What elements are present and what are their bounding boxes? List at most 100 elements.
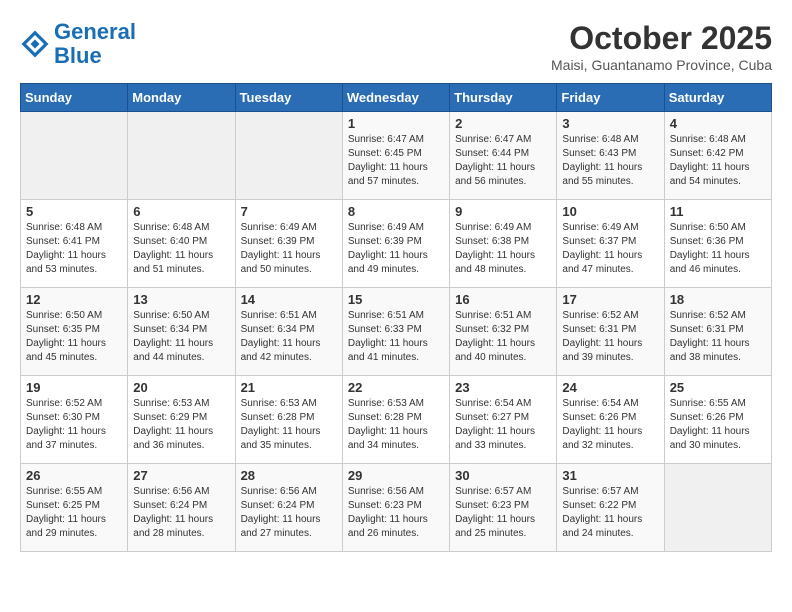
logo-line1: General xyxy=(54,19,136,44)
day-info: Sunrise: 6:50 AM Sunset: 6:35 PM Dayligh… xyxy=(26,309,122,365)
logo-line2: Blue xyxy=(54,43,102,68)
day-number: 31 xyxy=(562,468,658,483)
day-info: Sunrise: 6:48 AM Sunset: 6:41 PM Dayligh… xyxy=(26,221,122,277)
calendar-cell: 29Sunrise: 6:56 AM Sunset: 6:23 PM Dayli… xyxy=(342,464,449,552)
day-number: 25 xyxy=(670,380,766,395)
calendar-cell: 5 Sunrise: 6:48 AM Sunset: 6:41 PM Daylig… xyxy=(21,200,128,288)
day-number: 26 xyxy=(26,468,122,483)
day-number: 27 xyxy=(133,468,229,483)
calendar-week-row: 1 Sunrise: 6:47 AM Sunset: 6:45 PM Daylig… xyxy=(21,112,772,200)
calendar-cell: 31 Sunrise: 6:57 AM Sunset: 6:22 PM Dayli… xyxy=(557,464,664,552)
day-number: 1 xyxy=(348,116,444,131)
calendar-cell: 26 Sunrise: 6:55 AM Sunset: 6:25 PM Dayli… xyxy=(21,464,128,552)
page-header: General Blue October 2025 Maisi, Guantan… xyxy=(20,20,772,73)
day-info: Sunrise: 6:55 AM Sunset: 6:26 PM Dayligh… xyxy=(670,397,766,453)
day-number: 16 xyxy=(455,292,551,307)
day-info: Sunrise: 6:47 AM Sunset: 6:45 PM Dayligh… xyxy=(348,133,444,189)
day-info: Sunrise: 6:48 AM Sunset: 6:43 PM Dayligh… xyxy=(562,133,658,189)
calendar-cell: 17 Sunrise: 6:52 AM Sunset: 6:31 PM Dayli… xyxy=(557,288,664,376)
day-number: 20 xyxy=(133,380,229,395)
header-saturday: Saturday xyxy=(664,84,771,112)
day-info: Sunrise: 6:49 AM Sunset: 6:39 PM Dayligh… xyxy=(348,221,444,277)
header-wednesday: Wednesday xyxy=(342,84,449,112)
day-info: Sunrise: 6:54 AM Sunset: 6:27 PM Dayligh… xyxy=(455,397,551,453)
calendar-table: SundayMondayTuesdayWednesdayThursdayFrid… xyxy=(20,83,772,552)
header-thursday: Thursday xyxy=(450,84,557,112)
calendar-cell: 10Sunrise: 6:49 AM Sunset: 6:37 PM Dayli… xyxy=(557,200,664,288)
header-monday: Monday xyxy=(128,84,235,112)
day-info: Sunrise: 6:48 AM Sunset: 6:42 PM Dayligh… xyxy=(670,133,766,189)
day-number: 21 xyxy=(241,380,337,395)
day-number: 24 xyxy=(562,380,658,395)
calendar-cell: 18 Sunrise: 6:52 AM Sunset: 6:31 PM Dayli… xyxy=(664,288,771,376)
day-info: Sunrise: 6:57 AM Sunset: 6:23 PM Dayligh… xyxy=(455,485,551,541)
calendar-cell: 7Sunrise: 6:49 AM Sunset: 6:39 PM Daylig… xyxy=(235,200,342,288)
calendar-cell xyxy=(235,112,342,200)
day-number: 30 xyxy=(455,468,551,483)
day-info: Sunrise: 6:49 AM Sunset: 6:39 PM Dayligh… xyxy=(241,221,337,277)
day-info: Sunrise: 6:52 AM Sunset: 6:31 PM Dayligh… xyxy=(562,309,658,365)
day-number: 17 xyxy=(562,292,658,307)
day-number: 5 xyxy=(26,204,122,219)
day-number: 4 xyxy=(670,116,766,131)
calendar-cell: 1 Sunrise: 6:47 AM Sunset: 6:45 PM Daylig… xyxy=(342,112,449,200)
day-number: 13 xyxy=(133,292,229,307)
day-info: Sunrise: 6:57 AM Sunset: 6:22 PM Dayligh… xyxy=(562,485,658,541)
day-number: 8 xyxy=(348,204,444,219)
calendar-cell: 27 Sunrise: 6:56 AM Sunset: 6:24 PM Dayli… xyxy=(128,464,235,552)
day-info: Sunrise: 6:47 AM Sunset: 6:44 PM Dayligh… xyxy=(455,133,551,189)
day-number: 29 xyxy=(348,468,444,483)
calendar-cell: 4 Sunrise: 6:48 AM Sunset: 6:42 PM Daylig… xyxy=(664,112,771,200)
day-info: Sunrise: 6:53 AM Sunset: 6:28 PM Dayligh… xyxy=(348,397,444,453)
calendar-cell xyxy=(664,464,771,552)
header-sunday: Sunday xyxy=(21,84,128,112)
day-info: Sunrise: 6:56 AM Sunset: 6:24 PM Dayligh… xyxy=(133,485,229,541)
day-info: Sunrise: 6:50 AM Sunset: 6:34 PM Dayligh… xyxy=(133,309,229,365)
day-info: Sunrise: 6:50 AM Sunset: 6:36 PM Dayligh… xyxy=(670,221,766,277)
calendar-week-row: 19Sunrise: 6:52 AM Sunset: 6:30 PM Dayli… xyxy=(21,376,772,464)
calendar-week-row: 12 Sunrise: 6:50 AM Sunset: 6:35 PM Dayli… xyxy=(21,288,772,376)
calendar-cell xyxy=(21,112,128,200)
calendar-week-row: 26 Sunrise: 6:55 AM Sunset: 6:25 PM Dayli… xyxy=(21,464,772,552)
calendar-cell: 23Sunrise: 6:54 AM Sunset: 6:27 PM Dayli… xyxy=(450,376,557,464)
calendar-cell: 30 Sunrise: 6:57 AM Sunset: 6:23 PM Dayli… xyxy=(450,464,557,552)
day-info: Sunrise: 6:49 AM Sunset: 6:38 PM Dayligh… xyxy=(455,221,551,277)
day-number: 28 xyxy=(241,468,337,483)
calendar-cell: 13 Sunrise: 6:50 AM Sunset: 6:34 PM Dayli… xyxy=(128,288,235,376)
calendar-cell: 2 Sunrise: 6:47 AM Sunset: 6:44 PM Daylig… xyxy=(450,112,557,200)
calendar-cell: 14 Sunrise: 6:51 AM Sunset: 6:34 PM Dayli… xyxy=(235,288,342,376)
calendar-cell: 24 Sunrise: 6:54 AM Sunset: 6:26 PM Dayli… xyxy=(557,376,664,464)
day-number: 6 xyxy=(133,204,229,219)
calendar-week-row: 5 Sunrise: 6:48 AM Sunset: 6:41 PM Daylig… xyxy=(21,200,772,288)
day-info: Sunrise: 6:53 AM Sunset: 6:28 PM Dayligh… xyxy=(241,397,337,453)
day-info: Sunrise: 6:52 AM Sunset: 6:31 PM Dayligh… xyxy=(670,309,766,365)
calendar-cell: 12 Sunrise: 6:50 AM Sunset: 6:35 PM Dayli… xyxy=(21,288,128,376)
calendar-cell: 15 Sunrise: 6:51 AM Sunset: 6:33 PM Dayli… xyxy=(342,288,449,376)
day-info: Sunrise: 6:56 AM Sunset: 6:24 PM Dayligh… xyxy=(241,485,337,541)
day-number: 15 xyxy=(348,292,444,307)
day-number: 12 xyxy=(26,292,122,307)
day-info: Sunrise: 6:49 AM Sunset: 6:37 PM Dayligh… xyxy=(562,221,658,277)
day-number: 11 xyxy=(670,204,766,219)
calendar-cell: 19Sunrise: 6:52 AM Sunset: 6:30 PM Dayli… xyxy=(21,376,128,464)
calendar-cell xyxy=(128,112,235,200)
day-number: 14 xyxy=(241,292,337,307)
day-number: 2 xyxy=(455,116,551,131)
day-number: 18 xyxy=(670,292,766,307)
calendar-cell: 16Sunrise: 6:51 AM Sunset: 6:32 PM Dayli… xyxy=(450,288,557,376)
day-number: 3 xyxy=(562,116,658,131)
day-info: Sunrise: 6:51 AM Sunset: 6:34 PM Dayligh… xyxy=(241,309,337,365)
day-info: Sunrise: 6:51 AM Sunset: 6:33 PM Dayligh… xyxy=(348,309,444,365)
calendar-cell: 25 Sunrise: 6:55 AM Sunset: 6:26 PM Dayli… xyxy=(664,376,771,464)
calendar-header-row: SundayMondayTuesdayWednesdayThursdayFrid… xyxy=(21,84,772,112)
header-friday: Friday xyxy=(557,84,664,112)
day-number: 22 xyxy=(348,380,444,395)
calendar-cell: 3 Sunrise: 6:48 AM Sunset: 6:43 PM Daylig… xyxy=(557,112,664,200)
calendar-cell: 22 Sunrise: 6:53 AM Sunset: 6:28 PM Dayli… xyxy=(342,376,449,464)
calendar-cell: 8 Sunrise: 6:49 AM Sunset: 6:39 PM Daylig… xyxy=(342,200,449,288)
day-info: Sunrise: 6:55 AM Sunset: 6:25 PM Dayligh… xyxy=(26,485,122,541)
day-number: 9 xyxy=(455,204,551,219)
day-info: Sunrise: 6:54 AM Sunset: 6:26 PM Dayligh… xyxy=(562,397,658,453)
title-block: October 2025 Maisi, Guantanamo Province,… xyxy=(551,20,772,73)
header-tuesday: Tuesday xyxy=(235,84,342,112)
